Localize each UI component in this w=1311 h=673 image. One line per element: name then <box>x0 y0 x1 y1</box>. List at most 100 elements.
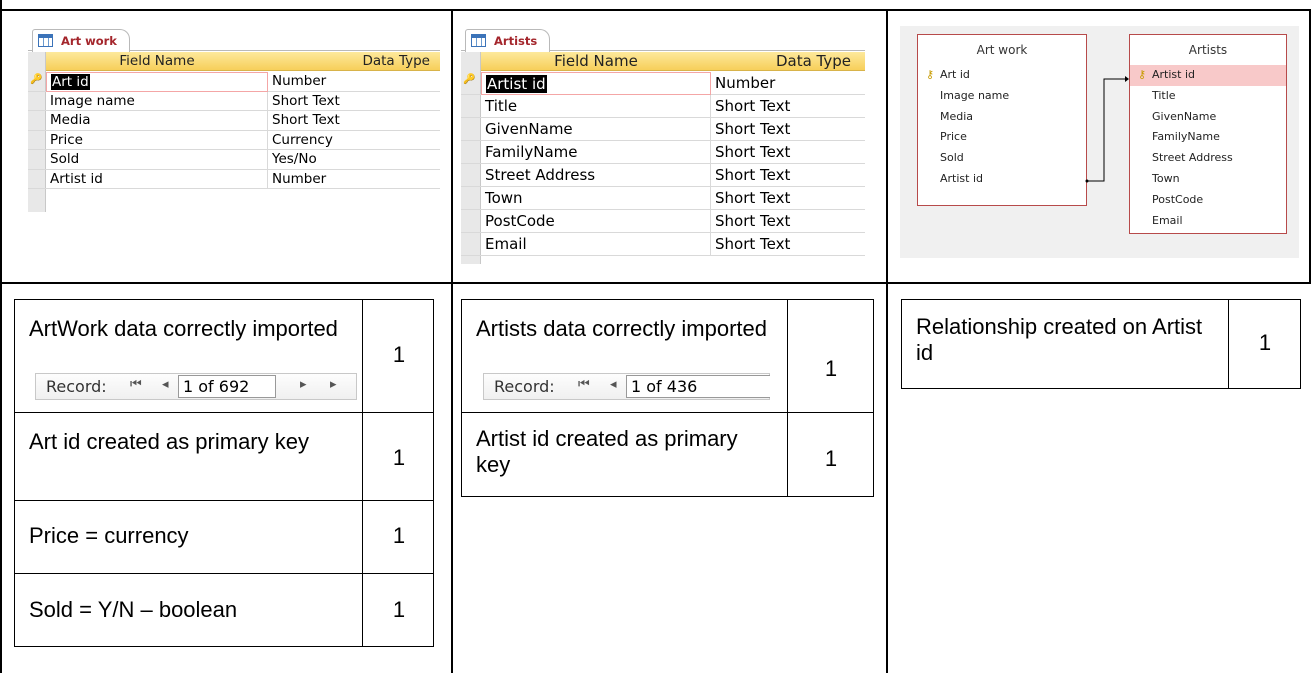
tab-label: Artists <box>494 34 538 48</box>
record-navigator[interactable]: Record: ⏮ ◂ 1 of 692 ▸ ▸ <box>35 373 357 400</box>
field-name-cell[interactable]: Title <box>481 95 711 118</box>
criterion-text: Relationship created on Artist id <box>916 314 1203 365</box>
field-name-header: Field Name <box>481 52 711 71</box>
first-record-icon[interactable]: ⏮ <box>130 377 142 392</box>
record-label: Record: <box>494 377 555 396</box>
next-record-icon[interactable]: ▸ <box>300 377 307 392</box>
data-type-cell[interactable]: Short Text <box>268 92 440 112</box>
tab-bar: Art work <box>28 27 440 52</box>
field-row[interactable]: Price Currency <box>28 130 440 151</box>
mark-row-divider <box>462 412 873 413</box>
field-row[interactable]: Media Short Text <box>28 111 440 131</box>
field-name-text: Email <box>485 235 527 253</box>
data-type-cell[interactable]: Number <box>711 72 865 95</box>
field-row[interactable]: Title Short Text <box>461 95 865 118</box>
table-row-divider <box>0 282 1311 284</box>
field-row[interactable]: PostCode Short Text <box>461 210 865 233</box>
mark-row-divider <box>15 573 433 574</box>
relationship-join-line[interactable] <box>900 26 1299 258</box>
field-name-cell[interactable]: Email <box>481 233 711 256</box>
first-record-icon[interactable]: ⏮ <box>578 377 590 392</box>
table-icon <box>471 34 486 47</box>
data-type-cell[interactable]: Short Text <box>268 111 440 131</box>
field-name-cell[interactable]: Artist id <box>481 72 711 95</box>
criterion-text: Artist id created as primary key <box>476 426 738 477</box>
field-row[interactable]: Street Address Short Text <box>461 164 865 187</box>
field-name-text: Artist id <box>486 75 547 93</box>
field-name-text: Town <box>485 189 523 207</box>
tab-art-work[interactable]: Art work <box>32 29 130 52</box>
primary-key-icon: 🔑 <box>30 74 43 85</box>
data-type-cell[interactable]: Currency <box>268 131 440 151</box>
criterion-text: Price = currency <box>29 523 189 548</box>
primary-key-icon: 🔑 <box>463 74 476 85</box>
art-work-design-view: Art work Field Name Data Type 🔑 Art id Num… <box>28 27 440 215</box>
mark-row-divider <box>15 500 433 501</box>
field-row[interactable]: Artist id Number <box>28 169 440 190</box>
data-type-cell[interactable]: Short Text <box>711 164 865 187</box>
field-name-cell[interactable]: Media <box>46 111 268 131</box>
field-name-cell[interactable]: Image name <box>46 91 268 111</box>
field-row[interactable]: Image name Short Text <box>28 91 440 112</box>
field-row[interactable]: GivenName Short Text <box>461 118 865 141</box>
data-type-cell[interactable]: Short Text <box>711 141 865 164</box>
tab-artists[interactable]: Artists <box>465 29 551 52</box>
artists-design-view: Artists Field Name Data Type 🔑 Artist id N… <box>461 27 865 267</box>
field-name-cell[interactable]: Street Address <box>481 164 711 187</box>
data-type-cell[interactable]: Short Text <box>711 210 865 233</box>
field-name-text: Media <box>50 112 91 128</box>
data-type-cell[interactable]: Short Text <box>711 118 865 141</box>
field-name-cell[interactable]: Price <box>46 130 268 150</box>
field-name-text: Price <box>50 131 83 148</box>
field-name-text: FamilyName <box>485 143 578 161</box>
field-name-text: Artist id <box>50 170 103 187</box>
data-type-header: Data Type <box>711 52 865 71</box>
field-name-text: Image name <box>50 92 135 109</box>
data-type-cell[interactable]: Number <box>268 72 440 92</box>
mark-value: 1 <box>824 356 838 381</box>
mark-table-relationship: Relationship created on Artist id 1 <box>901 299 1301 389</box>
criterion-text: Artists data correctly imported <box>476 316 767 341</box>
data-type-cell[interactable]: Number <box>268 170 440 190</box>
data-type-cell[interactable]: Short Text <box>711 95 865 118</box>
record-position-field[interactable]: 1 of 692 <box>178 375 276 398</box>
field-name-cell[interactable]: GivenName <box>481 118 711 141</box>
data-type-cell[interactable]: Short Text <box>711 233 865 256</box>
table-col-divider-1 <box>451 9 453 673</box>
field-name-text: Art id <box>51 74 90 90</box>
previous-record-icon[interactable]: ◂ <box>610 377 617 392</box>
field-name-text: Street Address <box>485 166 596 184</box>
field-row[interactable]: Town Short Text <box>461 187 865 210</box>
criterion-text: Art id created as primary key <box>29 429 309 454</box>
field-name-cell[interactable]: PostCode <box>481 210 711 233</box>
mark-value: 1 <box>824 446 838 471</box>
mark-value: 1 <box>1258 330 1272 355</box>
mark-row-divider <box>15 412 433 413</box>
field-name-header: Field Name <box>46 52 268 71</box>
field-row[interactable]: Email Short Text <box>461 233 865 256</box>
field-name-cell[interactable]: Town <box>481 187 711 210</box>
data-type-cell[interactable]: Yes/No <box>268 150 440 170</box>
field-row[interactable]: 🔑 Artist id Number <box>461 72 865 95</box>
mark-value: 1 <box>392 597 406 622</box>
tab-label: Art work <box>61 34 117 48</box>
field-name-cell[interactable]: Art id <box>46 72 268 92</box>
field-name-cell[interactable]: Sold <box>46 150 268 170</box>
mark-value: 1 <box>392 523 406 548</box>
field-name-cell[interactable]: FamilyName <box>481 141 711 164</box>
field-row[interactable]: FamilyName Short Text <box>461 141 865 164</box>
previous-record-icon[interactable]: ◂ <box>162 377 169 392</box>
record-label: Record: <box>46 377 107 396</box>
field-row[interactable]: Sold Yes/No <box>28 150 440 170</box>
table-col-divider-2 <box>886 9 888 673</box>
mark-value: 1 <box>392 445 406 470</box>
record-navigator[interactable]: Record: ⏮ ◂ 1 of 436 <box>483 373 770 400</box>
table-icon <box>38 34 53 47</box>
data-type-cell[interactable]: Short Text <box>711 187 865 210</box>
field-name-cell[interactable]: Artist id <box>46 169 268 189</box>
record-position-field[interactable]: 1 of 436 <box>626 375 770 398</box>
mark-value: 1 <box>392 342 406 367</box>
last-record-icon[interactable]: ▸ <box>330 377 337 392</box>
field-row[interactable]: 🔑 Art id Number <box>28 72 440 92</box>
relationships-diagram: Art work ⚷ Art id Image name Media Price Sold… <box>900 26 1299 258</box>
